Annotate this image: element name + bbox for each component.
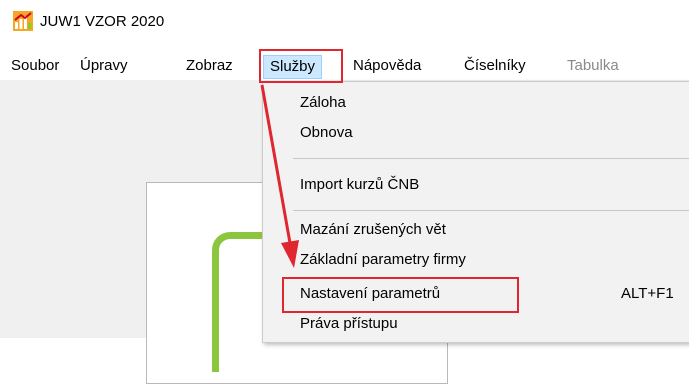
- menu-zobraz[interactable]: Zobraz: [186, 55, 233, 77]
- menu-item-obnova[interactable]: Obnova: [263, 120, 689, 146]
- title-bar: JUW1 VZOR 2020: [0, 0, 689, 44]
- menu-soubor[interactable]: Soubor: [11, 55, 59, 77]
- menu-separator: [293, 158, 689, 159]
- menu-item-label: Základní parametry firmy: [300, 251, 466, 268]
- menu-item-prava-pristupu[interactable]: Práva přístupu: [263, 311, 689, 337]
- menu-item-label: Práva přístupu: [300, 315, 398, 332]
- menu-item-zakladni-parametry-firmy[interactable]: Základní parametry firmy: [263, 247, 689, 273]
- menu-item-label: Nastavení parametrů: [300, 285, 441, 302]
- menu-item-label: Import kurzů ČNB: [300, 176, 420, 193]
- menu-ciselniky[interactable]: Číselníky: [464, 55, 526, 77]
- menu-item-shortcut: ALT+F1: [621, 285, 674, 302]
- menu-bar: Soubor Úpravy Zobraz Služby Nápověda Čís…: [0, 50, 689, 81]
- window-title: JUW1 VZOR 2020: [40, 13, 165, 30]
- menu-item-import-kurzu[interactable]: Import kurzů ČNB: [263, 172, 689, 198]
- menu-item-nastaveni-parametru[interactable]: Nastavení parametrů ALT+F1: [263, 281, 689, 307]
- menu-item-label: Obnova: [300, 124, 353, 141]
- menu-item-mazani-zrusenych-vet[interactable]: Mazání zrušených vět: [263, 217, 689, 243]
- menu-napoveda[interactable]: Nápověda: [353, 55, 421, 77]
- sluzby-dropdown-menu: Záloha Obnova Import kurzů ČNB Mazání zr…: [262, 81, 689, 343]
- menu-sluzby[interactable]: Služby: [263, 55, 323, 79]
- menu-item-label: Mazání zrušených vět: [300, 221, 446, 238]
- menu-item-label: Záloha: [300, 94, 346, 111]
- menu-upravy[interactable]: Úpravy: [80, 55, 128, 77]
- app-chart-icon: [13, 11, 33, 31]
- menu-separator: [293, 210, 689, 211]
- menu-tabulka: Tabulka: [567, 57, 619, 74]
- menu-item-zaloha[interactable]: Záloha: [263, 90, 689, 116]
